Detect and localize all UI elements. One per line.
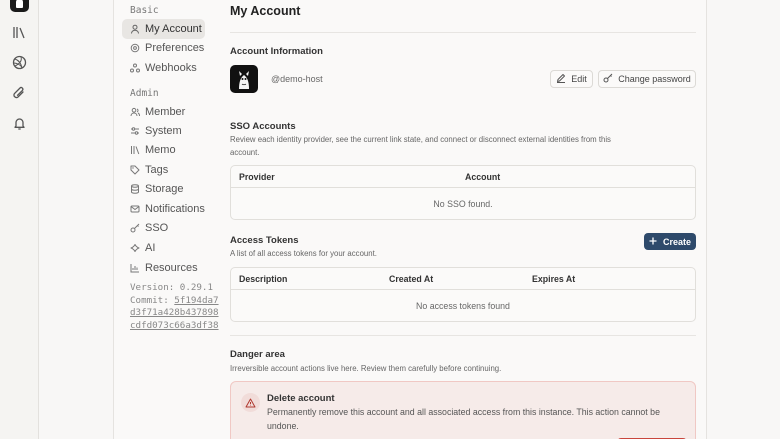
library-icon bbox=[130, 145, 140, 155]
tokens-empty-state: No access tokens found bbox=[416, 300, 510, 311]
delete-account-description: Permanently remove this account and all … bbox=[267, 407, 660, 431]
nav-item-label: Preferences bbox=[145, 42, 205, 54]
table-header: Description Created At Expires At bbox=[231, 268, 695, 290]
nav-item-label: Notifications bbox=[145, 203, 205, 215]
settings-icon bbox=[130, 126, 140, 136]
sso-description: Review each identity provider, see the c… bbox=[230, 135, 611, 157]
change-password-label: Change password bbox=[618, 74, 691, 84]
create-label: Create bbox=[662, 236, 691, 247]
nav-item-label: System bbox=[145, 125, 182, 137]
nav-item-notifications[interactable]: Notifications bbox=[122, 199, 205, 219]
tokens-description: A list of all access tokens for your acc… bbox=[230, 249, 377, 258]
col-description: Description bbox=[239, 274, 288, 284]
database-icon bbox=[130, 184, 140, 194]
col-created-at: Created At bbox=[389, 274, 434, 284]
nav-item-label: My Account bbox=[145, 23, 202, 35]
nav-item-member[interactable]: Member bbox=[122, 102, 205, 122]
nav-group-admin: Admin bbox=[130, 88, 159, 99]
icon-rail bbox=[0, 0, 39, 439]
users-icon bbox=[130, 107, 140, 117]
explore-icon[interactable] bbox=[11, 54, 28, 71]
nav-item-label: Tags bbox=[145, 164, 169, 176]
delete-account-title: Delete account bbox=[267, 393, 335, 404]
bell-icon[interactable] bbox=[11, 115, 28, 132]
nav-item-label: Storage bbox=[145, 183, 184, 195]
nav-item-preferences[interactable]: Preferences bbox=[122, 38, 205, 58]
danger-description: Irreversible account actions live here. … bbox=[230, 364, 502, 373]
key-icon bbox=[130, 223, 140, 233]
danger-title: Danger area bbox=[230, 349, 285, 360]
nav-item-label: SSO bbox=[145, 222, 169, 234]
user-icon bbox=[130, 24, 140, 34]
plus-icon bbox=[649, 237, 657, 247]
page-title: My Account bbox=[230, 4, 301, 18]
nav-item-tags[interactable]: Tags bbox=[122, 160, 205, 180]
edit-label: Edit bbox=[571, 74, 587, 84]
username-handle: @demo-host bbox=[271, 74, 323, 84]
col-account: Account bbox=[465, 172, 501, 182]
avatar bbox=[230, 65, 258, 93]
nav-item-label: Member bbox=[145, 106, 186, 118]
nav-item-storage[interactable]: Storage bbox=[122, 179, 205, 199]
nav-item-label: Resources bbox=[145, 262, 198, 274]
change-password-button[interactable]: Change password bbox=[598, 70, 696, 88]
sparkle-icon bbox=[130, 243, 140, 253]
nav-item-webhooks[interactable]: Webhooks bbox=[122, 58, 205, 78]
warning-icon bbox=[241, 393, 260, 412]
sso-empty-state: No SSO found. bbox=[433, 198, 493, 209]
version-label: Version: 0.29.1 bbox=[130, 282, 213, 293]
delete-account-panel: Delete account Permanently remove this a… bbox=[230, 381, 696, 439]
commit-label: Commit: bbox=[130, 294, 169, 306]
sso-table: Provider Account No SSO found. bbox=[230, 165, 696, 220]
tokens-title: Access Tokens bbox=[230, 235, 299, 246]
mail-icon bbox=[130, 204, 140, 214]
nav-group-basic: Basic bbox=[130, 5, 159, 16]
tag-icon bbox=[130, 165, 140, 175]
nav-item-sso[interactable]: SSO bbox=[122, 218, 205, 238]
nav-item-my-account[interactable]: My Account bbox=[122, 19, 205, 39]
pencil-icon bbox=[556, 73, 566, 85]
commit-hash-link[interactable]: 5f194da7 bbox=[174, 295, 218, 306]
paperclip-icon[interactable] bbox=[11, 85, 28, 102]
col-provider: Provider bbox=[239, 172, 275, 182]
webhook-icon bbox=[130, 63, 140, 73]
edit-button[interactable]: Edit bbox=[550, 70, 593, 88]
commit-hash-line-3[interactable]: cdfd073c66a3df38 bbox=[130, 320, 219, 333]
col-expires-at: Expires At bbox=[532, 274, 576, 284]
divider bbox=[230, 32, 696, 33]
nav-item-memo[interactable]: Memo bbox=[122, 140, 205, 160]
left-gutter bbox=[39, 0, 113, 439]
create-token-button[interactable]: Create bbox=[644, 233, 696, 250]
version-info: Version: 0.29.1 Commit: 5f194da7 d3f71a4… bbox=[130, 282, 219, 332]
nav-item-label: Memo bbox=[145, 144, 176, 156]
tokens-table: Description Created At Expires At No acc… bbox=[230, 267, 696, 322]
nav-item-system[interactable]: System bbox=[122, 121, 205, 141]
library-icon[interactable] bbox=[11, 24, 28, 41]
nav-item-resources[interactable]: Resources bbox=[122, 258, 205, 278]
nav-item-ai[interactable]: AI bbox=[122, 238, 205, 258]
commit-hash-line-2[interactable]: d3f71a428b437898 bbox=[130, 307, 219, 320]
nav-item-label: AI bbox=[145, 242, 156, 254]
nav-item-label: Webhooks bbox=[145, 62, 197, 74]
key-icon bbox=[603, 73, 613, 85]
divider bbox=[230, 335, 696, 336]
cog-icon bbox=[130, 43, 140, 53]
sso-title: SSO Accounts bbox=[230, 121, 296, 132]
app-logo[interactable] bbox=[10, 0, 29, 12]
chart-icon bbox=[130, 263, 140, 273]
table-header: Provider Account bbox=[231, 166, 695, 188]
account-info-title: Account Information bbox=[230, 46, 323, 57]
